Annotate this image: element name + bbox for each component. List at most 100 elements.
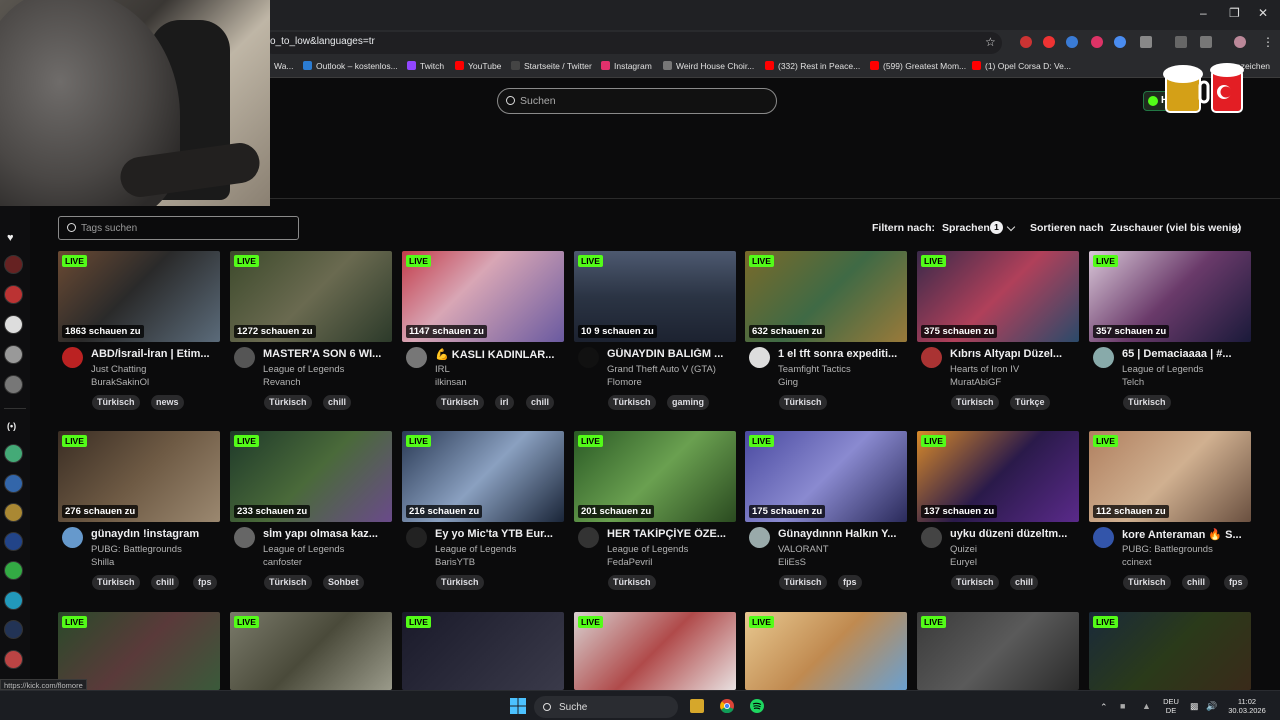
stream-tag[interactable]: irl	[495, 395, 514, 410]
streamer-avatar[interactable]	[578, 527, 599, 548]
stream-title[interactable]: sİm yapı olmasa kaz...	[263, 528, 395, 540]
chrome-icon[interactable]	[720, 699, 734, 713]
stream-tag[interactable]: Türkisch	[951, 395, 999, 410]
sidebar-channel-avatar[interactable]	[4, 503, 23, 522]
bookmark-item[interactable]: Weird House Choir...	[663, 61, 754, 71]
stream-tag[interactable]: Türkisch	[779, 575, 827, 590]
stream-tag[interactable]: Türkisch	[92, 575, 140, 590]
sidebar-channel-avatar[interactable]	[4, 561, 23, 580]
stream-tag[interactable]: Türkisch	[779, 395, 827, 410]
sidebar-channel-avatar[interactable]	[4, 474, 23, 493]
clock[interactable]: 11:02 30.03.2026	[1225, 697, 1269, 715]
streamer-name[interactable]: Flomore	[607, 377, 737, 388]
stream-thumbnail[interactable]: LIVE	[402, 612, 564, 690]
bookmark-item[interactable]: Wa...	[274, 61, 294, 71]
extension-icon[interactable]	[1066, 36, 1078, 48]
stream-thumbnail[interactable]: LIVE	[574, 612, 736, 690]
stream-title[interactable]: kore Anteraman 🔥 S...	[1122, 528, 1254, 541]
stream-tag[interactable]: Türkisch	[951, 575, 999, 590]
stream-thumbnail[interactable]: LIVE	[230, 612, 392, 690]
stream-title[interactable]: GÜNAYDIN BALIĞM ...	[607, 348, 739, 360]
streamer-avatar[interactable]	[749, 347, 770, 368]
close-icon[interactable]: ✕	[1258, 6, 1268, 20]
stream-category[interactable]: Quizei	[950, 544, 1080, 555]
bookmark-item[interactable]: (332) Rest in Peace...	[765, 61, 860, 71]
bookmark-star-icon[interactable]: ☆	[985, 35, 996, 49]
sidebar-channel-avatar[interactable]	[4, 345, 23, 364]
stream-thumbnail[interactable]: LIVE 1863 schauen zu	[58, 251, 220, 342]
stream-tag[interactable]: gaming	[667, 395, 710, 410]
tray-chevron-icon[interactable]: ⌃	[1100, 702, 1108, 713]
streamer-name[interactable]: FedaPevril	[607, 557, 737, 568]
streamer-avatar[interactable]	[921, 347, 942, 368]
languages-dropdown[interactable]: Sprachen	[942, 222, 990, 234]
stream-tag[interactable]: fps	[193, 575, 217, 590]
streamer-avatar[interactable]	[234, 527, 255, 548]
sidebar-channel-avatar[interactable]	[4, 650, 23, 669]
stream-tag[interactable]: Türkisch	[264, 575, 312, 590]
extension-icon[interactable]	[1020, 36, 1032, 48]
stream-title[interactable]: günaydın !instagram	[91, 528, 223, 540]
streamer-avatar[interactable]	[62, 527, 83, 548]
stream-tag[interactable]: Türkisch	[436, 575, 484, 590]
maximize-icon[interactable]: ❐	[1229, 6, 1240, 20]
stream-category[interactable]: Just Chatting	[91, 364, 221, 375]
profile-avatar[interactable]	[1234, 36, 1246, 48]
streamer-avatar[interactable]	[578, 347, 599, 368]
streamer-name[interactable]: BurakSakinOl	[91, 377, 221, 388]
bookmark-item[interactable]: YouTube	[455, 61, 501, 71]
streamer-name[interactable]: ccinext	[1122, 557, 1252, 568]
stream-title[interactable]: Günaydınnn Halkın Y...	[778, 528, 910, 540]
stream-tag[interactable]: Türkisch	[1123, 395, 1171, 410]
stream-title[interactable]: 1 el tft sonra expediti...	[778, 348, 910, 360]
stream-tag[interactable]: Türkçe	[1010, 395, 1050, 410]
stream-title[interactable]: Kıbrıs Altyapı Düzel...	[950, 348, 1082, 360]
stream-tag[interactable]: Sohbet	[323, 575, 364, 590]
stream-category[interactable]: Teamfight Tactics	[778, 364, 908, 375]
streamer-avatar[interactable]	[406, 347, 427, 368]
stream-tag[interactable]: Türkisch	[608, 395, 656, 410]
location-icon[interactable]: ▲	[1142, 701, 1151, 711]
stream-category[interactable]: PUBG: Battlegrounds	[1122, 544, 1252, 555]
stream-thumbnail[interactable]: LIVE 276 schauen zu	[58, 431, 220, 522]
stream-thumbnail[interactable]: LIVE 1272 schauen zu	[230, 251, 392, 342]
bookmark-item[interactable]: Startseite / Twitter	[511, 61, 592, 71]
heart-icon[interactable]: ♥	[7, 232, 14, 244]
stream-thumbnail[interactable]: LIVE 201 schauen zu	[574, 431, 736, 522]
stream-thumbnail[interactable]: LIVE 112 schauen zu	[1089, 431, 1251, 522]
extension-icon[interactable]	[1114, 36, 1126, 48]
streamer-name[interactable]: Telch	[1122, 377, 1252, 388]
streamer-name[interactable]: BarisYTB	[435, 557, 565, 568]
stream-tag[interactable]: chill	[323, 395, 352, 410]
streamer-avatar[interactable]	[749, 527, 770, 548]
streamer-avatar[interactable]	[234, 347, 255, 368]
stream-thumbnail[interactable]: LIVE	[1089, 612, 1251, 690]
streamer-name[interactable]: Euryel	[950, 557, 1080, 568]
stream-tag[interactable]: Türkisch	[264, 395, 312, 410]
stream-thumbnail[interactable]: LIVE 137 schauen zu	[917, 431, 1079, 522]
streamer-avatar[interactable]	[406, 527, 427, 548]
stream-category[interactable]: League of Legends	[1122, 364, 1252, 375]
sidebar-channel-avatar[interactable]	[4, 285, 23, 304]
stream-category[interactable]: Grand Theft Auto V (GTA)	[607, 364, 737, 375]
stream-tag[interactable]: fps	[838, 575, 862, 590]
stream-title[interactable]: 💪 KASLI KADINLAR...	[435, 348, 567, 361]
streamer-name[interactable]: Shilla	[91, 557, 221, 568]
stream-tag[interactable]: chill	[1010, 575, 1039, 590]
stream-title[interactable]: uyku düzeni düzeltm...	[950, 528, 1082, 540]
sidebar-channel-avatar[interactable]	[4, 375, 23, 394]
streamer-name[interactable]: Revanch	[263, 377, 393, 388]
bookmark-item[interactable]: (599) Greatest Mom...	[870, 61, 966, 71]
stream-thumbnail[interactable]: LIVE 175 schauen zu	[745, 431, 907, 522]
file-explorer-icon[interactable]	[690, 699, 704, 713]
stream-category[interactable]: League of Legends	[607, 544, 737, 555]
bookmark-item[interactable]: Outlook – kostenlos...	[303, 61, 398, 71]
extension-icon[interactable]	[1091, 36, 1103, 48]
streamer-avatar[interactable]	[62, 347, 83, 368]
stream-thumbnail[interactable]: LIVE	[917, 612, 1079, 690]
streamer-name[interactable]: MuratAbiGF	[950, 377, 1080, 388]
extensions-puzzle-icon[interactable]	[1140, 36, 1152, 48]
streamer-name[interactable]: ilkinsan	[435, 377, 565, 388]
taskbar-search[interactable]	[534, 696, 678, 718]
sidebar-channel-avatar[interactable]	[4, 591, 23, 610]
